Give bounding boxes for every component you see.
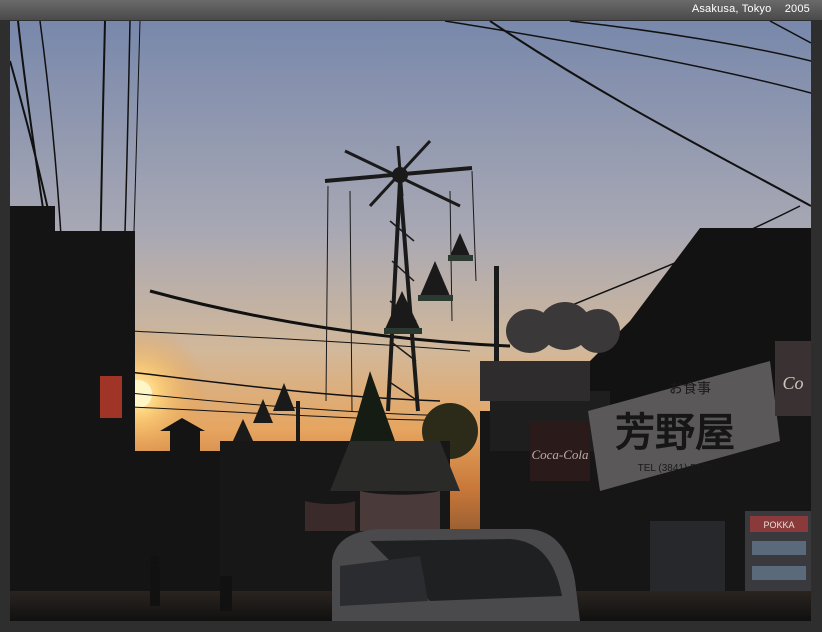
pokka-brand-text: POKKA [763, 520, 794, 530]
caption-bar: Asakusa, Tokyo 2005 [0, 0, 822, 20]
tower-hub [392, 167, 408, 183]
cola-brand-text: Coca-Cola [531, 447, 589, 462]
photo-frame: Asakusa, Tokyo 2005 Coca-Cola お食事 芳野屋 TE… [0, 0, 822, 632]
shop-name-text: 芳野屋 [615, 410, 735, 456]
red-sign-left [100, 376, 122, 418]
coca-cola-sign: Coca-Cola [530, 421, 590, 481]
white-van [332, 529, 580, 621]
caption-location: Asakusa, Tokyo [691, 3, 772, 15]
photograph: Coca-Cola お食事 芳野屋 TEL (3841) 5178 Co POK… [10, 21, 811, 621]
street-scene: Coca-Cola お食事 芳野屋 TEL (3841) 5178 Co POK… [10, 21, 811, 621]
shop-phone-text: TEL (3841) 5178 [638, 463, 713, 474]
cola-sign-right-text: Co [782, 373, 803, 393]
cola-sign-right: Co [775, 341, 811, 416]
shop-prefix-text: お食事 [669, 380, 711, 397]
photo-caption: Asakusa, Tokyo 2005 [682, 3, 810, 15]
caption-year: 2005 [784, 3, 810, 15]
